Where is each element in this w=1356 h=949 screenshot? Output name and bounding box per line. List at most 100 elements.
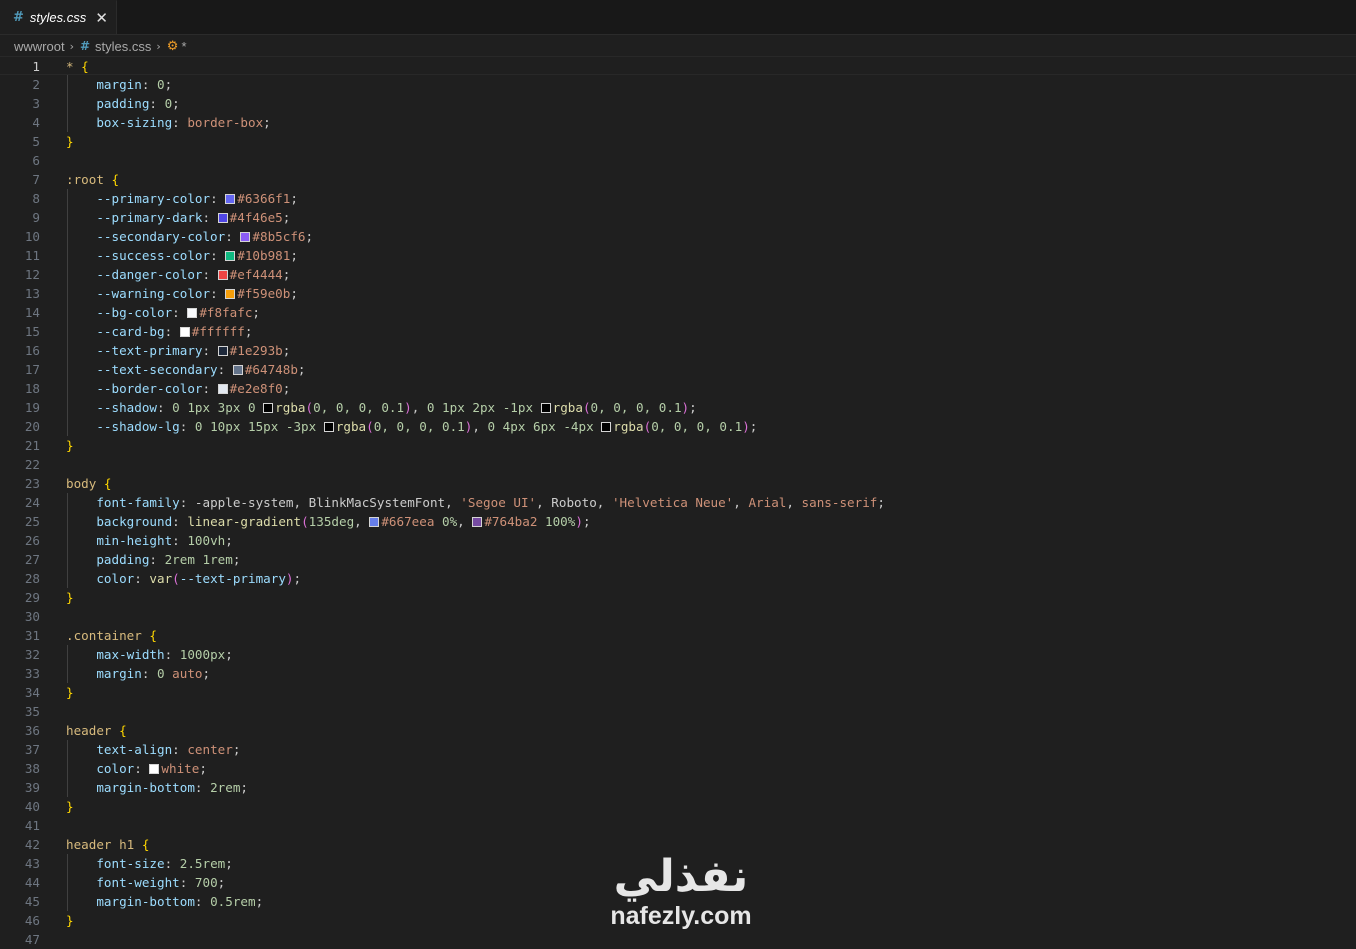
line-number: 15 <box>24 324 40 339</box>
code-line[interactable]: 8 --primary-color: #6366f1; <box>0 189 1356 208</box>
line-number: 31 <box>24 628 40 643</box>
line-number: 39 <box>24 780 40 795</box>
code-text: } <box>66 438 74 453</box>
code-line[interactable]: 16 --text-primary: #1e293b; <box>0 341 1356 360</box>
code-line[interactable]: 14 --bg-color: #f8fafc; <box>0 303 1356 322</box>
color-swatch[interactable] <box>263 403 274 413</box>
code-line[interactable]: 11 --success-color: #10b981; <box>0 246 1356 265</box>
color-swatch[interactable] <box>217 213 228 223</box>
color-swatch[interactable] <box>369 517 380 527</box>
code-line[interactable]: 7:root { <box>0 170 1356 189</box>
color-swatch[interactable] <box>472 517 483 527</box>
line-number: 11 <box>24 248 40 263</box>
code-line[interactable]: 4 box-sizing: border-box; <box>0 113 1356 132</box>
color-swatch[interactable] <box>179 327 190 337</box>
close-icon[interactable]: ✕ <box>95 9 108 27</box>
code-line[interactable]: 10 --secondary-color: #8b5cf6; <box>0 227 1356 246</box>
code-text: text-align: center; <box>66 742 241 757</box>
code-text: } <box>66 590 74 605</box>
code-text: --secondary-color: #8b5cf6; <box>66 229 314 244</box>
code-line[interactable]: 3 padding: 0; <box>0 94 1356 113</box>
color-swatch[interactable] <box>217 270 228 280</box>
color-swatch[interactable] <box>187 308 198 318</box>
line-number: 9 <box>32 210 40 225</box>
css-hash-icon: # <box>13 10 24 25</box>
code-text: box-sizing: border-box; <box>66 115 271 130</box>
color-swatch[interactable] <box>323 422 334 432</box>
code-line[interactable]: 34} <box>0 683 1356 702</box>
code-line[interactable]: 28 color: var(--text-primary); <box>0 569 1356 588</box>
line-number: 1 <box>32 59 40 74</box>
code-line[interactable]: 2 margin: 0; <box>0 75 1356 94</box>
color-swatch[interactable] <box>232 365 243 375</box>
code-line[interactable]: 6 <box>0 151 1356 170</box>
code-line[interactable]: 26 min-height: 100vh; <box>0 531 1356 550</box>
line-number: 14 <box>24 305 40 320</box>
code-line[interactable]: 20 --shadow-lg: 0 10px 15px -3px rgba(0,… <box>0 417 1356 436</box>
code-line[interactable]: 36 header { <box>0 721 1356 740</box>
watermark-latin: nafezly.com <box>610 902 752 930</box>
line-number: 32 <box>24 647 40 662</box>
color-swatch[interactable] <box>601 422 612 432</box>
code-text: padding: 0; <box>66 96 180 111</box>
line-number: 44 <box>24 875 40 890</box>
code-line[interactable]: 18 --border-color: #e2e8f0; <box>0 379 1356 398</box>
code-text: header h1 { <box>66 837 150 852</box>
code-line[interactable]: 30 <box>0 607 1356 626</box>
indent-guide <box>67 189 68 436</box>
code-line[interactable]: 9 --primary-dark: #4f46e5; <box>0 208 1356 227</box>
color-swatch[interactable] <box>225 289 236 299</box>
breadcrumb-folder[interactable]: wwwroot <box>14 39 65 54</box>
breadcrumb-file[interactable]: styles.css <box>95 39 151 54</box>
line-number: 13 <box>24 286 40 301</box>
chevron-right-icon: › <box>69 39 74 53</box>
code-text: background: linear-gradient(135deg, #667… <box>66 514 591 529</box>
code-text: font-family: -apple-system, BlinkMacSyst… <box>66 495 885 510</box>
code-line[interactable]: 37 text-align: center; <box>0 740 1356 759</box>
line-number: 2 <box>32 77 40 92</box>
line-number: 16 <box>24 343 40 358</box>
code-line[interactable]: 21} <box>0 436 1356 455</box>
code-text: header { <box>66 723 127 738</box>
color-swatch[interactable] <box>540 403 551 413</box>
code-line[interactable]: 5} <box>0 132 1356 151</box>
code-text: --shadow-lg: 0 10px 15px -3px rgba(0, 0,… <box>66 419 758 434</box>
code-line[interactable]: 38 color: white; <box>0 759 1356 778</box>
code-line[interactable]: 35 <box>0 702 1356 721</box>
code-line[interactable]: 29} <box>0 588 1356 607</box>
code-line[interactable]: 27 padding: 2rem 1rem; <box>0 550 1356 569</box>
code-line[interactable]: 39 margin-bottom: 2rem; <box>0 778 1356 797</box>
code-text: .container { <box>66 628 157 643</box>
breadcrumb-symbol[interactable]: * <box>181 39 186 54</box>
color-swatch[interactable] <box>217 346 228 356</box>
tab-label: styles.css <box>29 10 87 25</box>
code-text: color: var(--text-primary); <box>66 571 302 586</box>
code-line[interactable]: 40} <box>0 797 1356 816</box>
code-line[interactable]: 1 * { <box>0 56 1356 75</box>
code-line[interactable]: 22 <box>0 455 1356 474</box>
color-swatch[interactable] <box>217 384 228 394</box>
code-line[interactable]: 17 --text-secondary: #64748b; <box>0 360 1356 379</box>
line-number: 20 <box>24 419 40 434</box>
tab-styles-css[interactable]: # styles.css ✕ <box>0 0 117 34</box>
code-line[interactable]: 33 margin: 0 auto; <box>0 664 1356 683</box>
code-text: --shadow: 0 1px 3px 0 rgba(0, 0, 0, 0.1)… <box>66 400 697 415</box>
code-text: min-height: 100vh; <box>66 533 233 548</box>
color-swatch[interactable] <box>149 764 160 774</box>
code-line[interactable]: 41 <box>0 816 1356 835</box>
code-line[interactable]: 13 --warning-color: #f59e0b; <box>0 284 1356 303</box>
code-editor[interactable]: 1 * {2 margin: 0; 3 padding: 0; 4 box-sizin… <box>0 56 1356 947</box>
code-line[interactable]: 24 font-family: -apple-system, BlinkMacS… <box>0 493 1356 512</box>
code-line[interactable]: 12 --danger-color: #ef4444; <box>0 265 1356 284</box>
code-line[interactable]: 31 .container { <box>0 626 1356 645</box>
code-line[interactable]: 32 max-width: 1000px; <box>0 645 1356 664</box>
color-swatch[interactable] <box>225 251 236 261</box>
color-swatch[interactable] <box>225 194 236 204</box>
code-line[interactable]: 19 --shadow: 0 1px 3px 0 rgba(0, 0, 0, 0… <box>0 398 1356 417</box>
line-number: 8 <box>32 191 40 206</box>
code-line[interactable]: 25 background: linear-gradient(135deg, #… <box>0 512 1356 531</box>
code-text: } <box>66 913 74 928</box>
code-line[interactable]: 15 --card-bg: #ffffff; <box>0 322 1356 341</box>
code-line[interactable]: 23 body { <box>0 474 1356 493</box>
color-swatch[interactable] <box>240 232 251 242</box>
